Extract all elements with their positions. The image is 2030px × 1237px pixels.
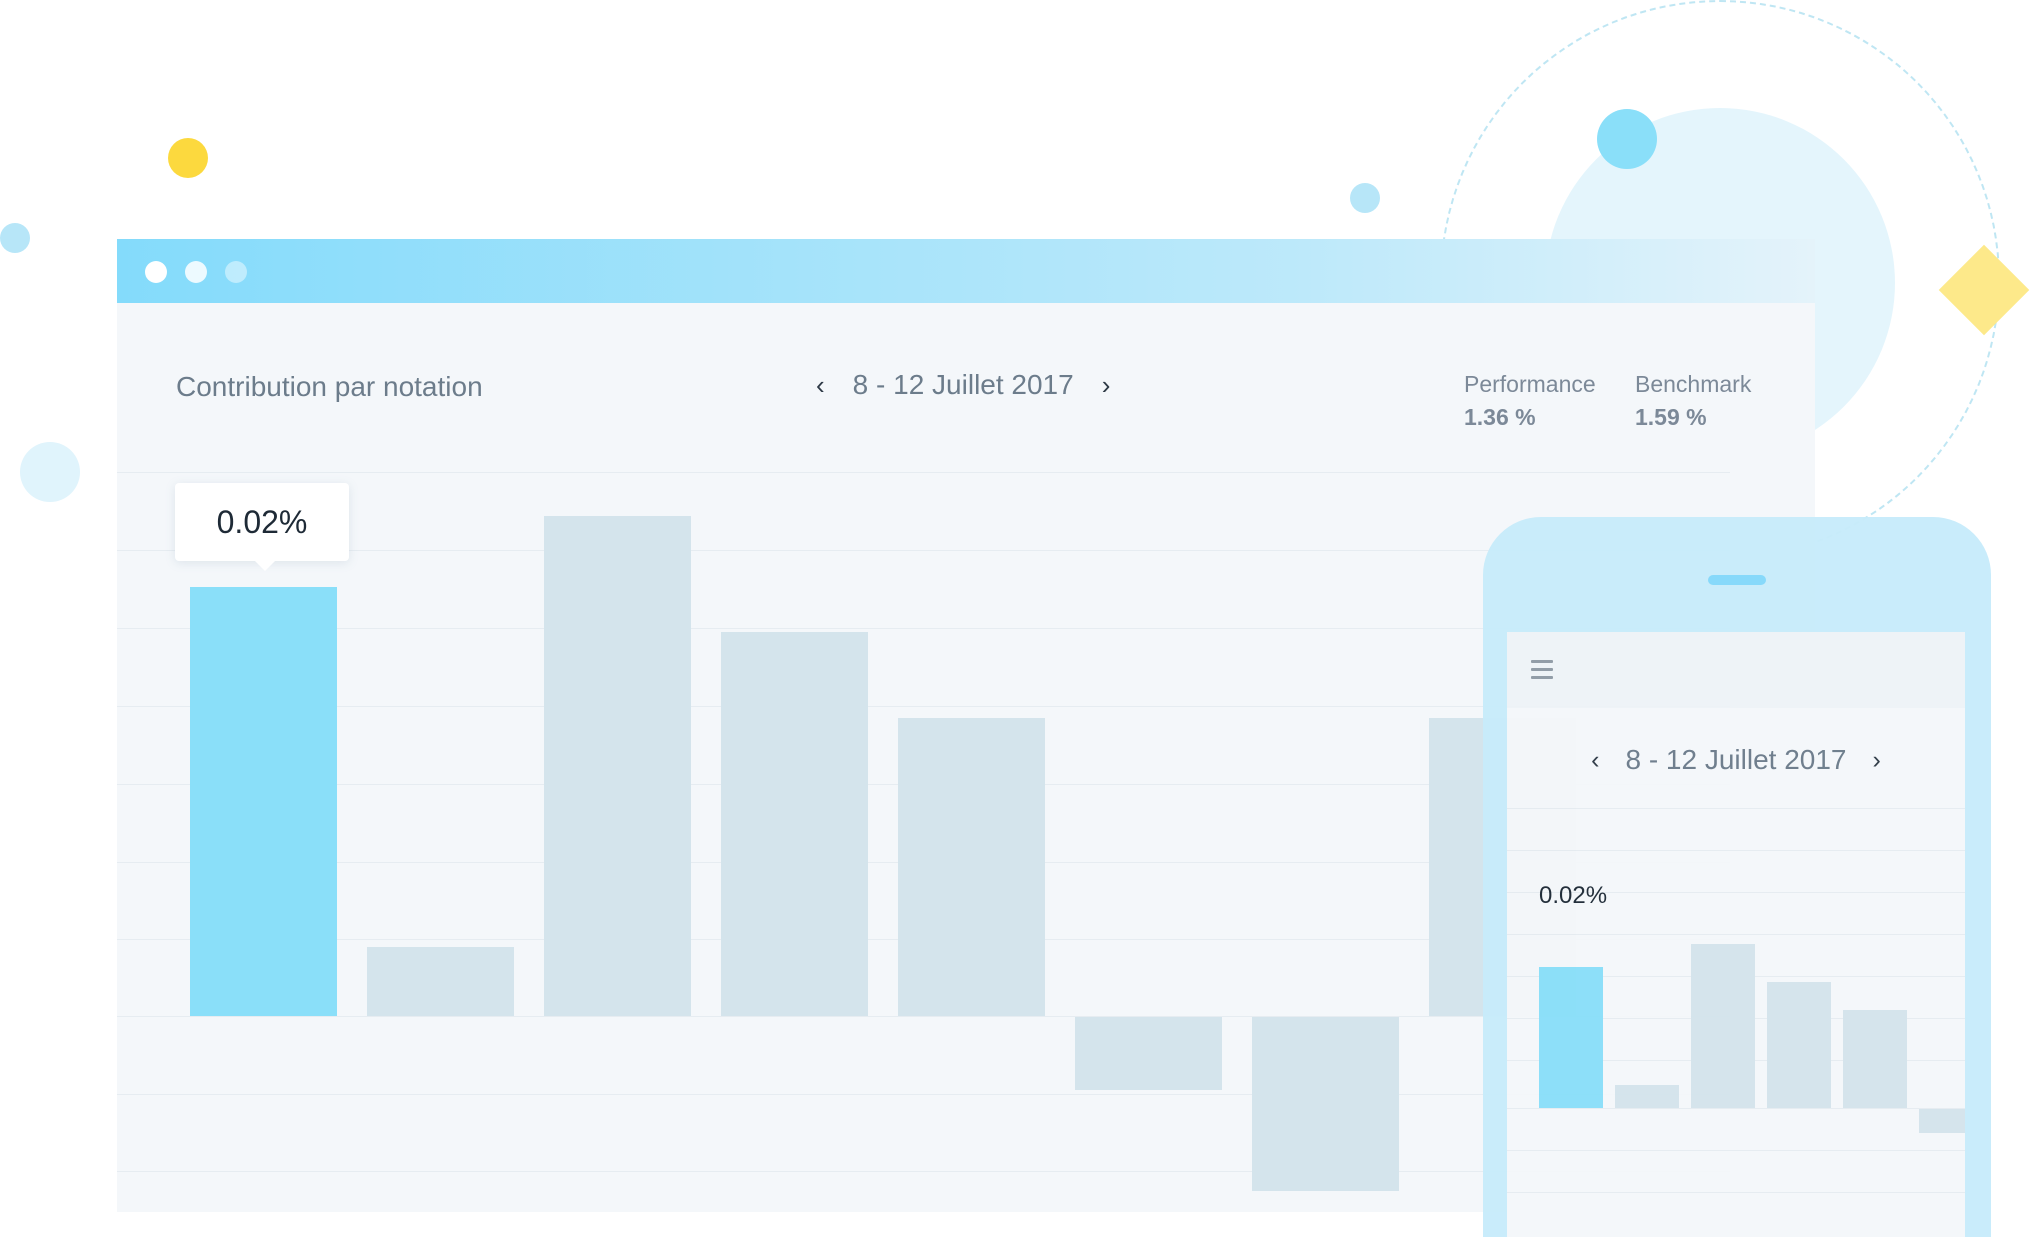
chart-bar[interactable]	[898, 717, 1045, 1016]
chart-gridline	[1507, 850, 1965, 851]
chart-bar[interactable]	[1691, 943, 1755, 1108]
chart-bar[interactable]	[544, 516, 691, 1016]
chart-gridline	[1507, 934, 1965, 935]
mobile-bar-chart	[1507, 632, 1965, 1237]
chart-gridline	[1507, 808, 1965, 809]
decorative-dot-blue	[1597, 109, 1657, 169]
decorative-dot-mid	[1350, 183, 1380, 213]
mobile-selected-value: 0.02%	[1539, 882, 1608, 909]
value-tooltip: 0.02%	[175, 483, 349, 571]
mobile-device: ‹ 8 - 12 Juillet 2017 › 0.02%	[1483, 517, 1991, 1237]
chart-bar[interactable]	[1843, 1010, 1907, 1108]
chart-bar[interactable]	[367, 947, 514, 1016]
chart-bar[interactable]	[721, 632, 868, 1016]
chart-bar[interactable]	[1767, 981, 1831, 1108]
chart-gridline	[117, 472, 1730, 473]
chart-gridline	[1507, 1108, 1965, 1109]
chart-bar-selected[interactable]	[1539, 967, 1603, 1108]
chart-bar[interactable]	[1919, 1109, 1965, 1133]
decorative-dot-left	[20, 442, 80, 502]
phone-speaker	[1708, 575, 1766, 585]
decorative-dot-yellow	[168, 138, 208, 178]
chart-bar-selected[interactable]	[190, 587, 337, 1016]
chart-bar[interactable]	[1075, 1017, 1222, 1090]
chart-gridline	[1507, 1150, 1965, 1151]
decorative-dot-small	[0, 223, 30, 253]
chart-bar[interactable]	[1252, 1017, 1399, 1191]
chart-gridline	[1507, 1192, 1965, 1193]
chart-bar[interactable]	[1615, 1085, 1679, 1108]
mobile-screen: ‹ 8 - 12 Juillet 2017 › 0.02%	[1507, 632, 1965, 1237]
